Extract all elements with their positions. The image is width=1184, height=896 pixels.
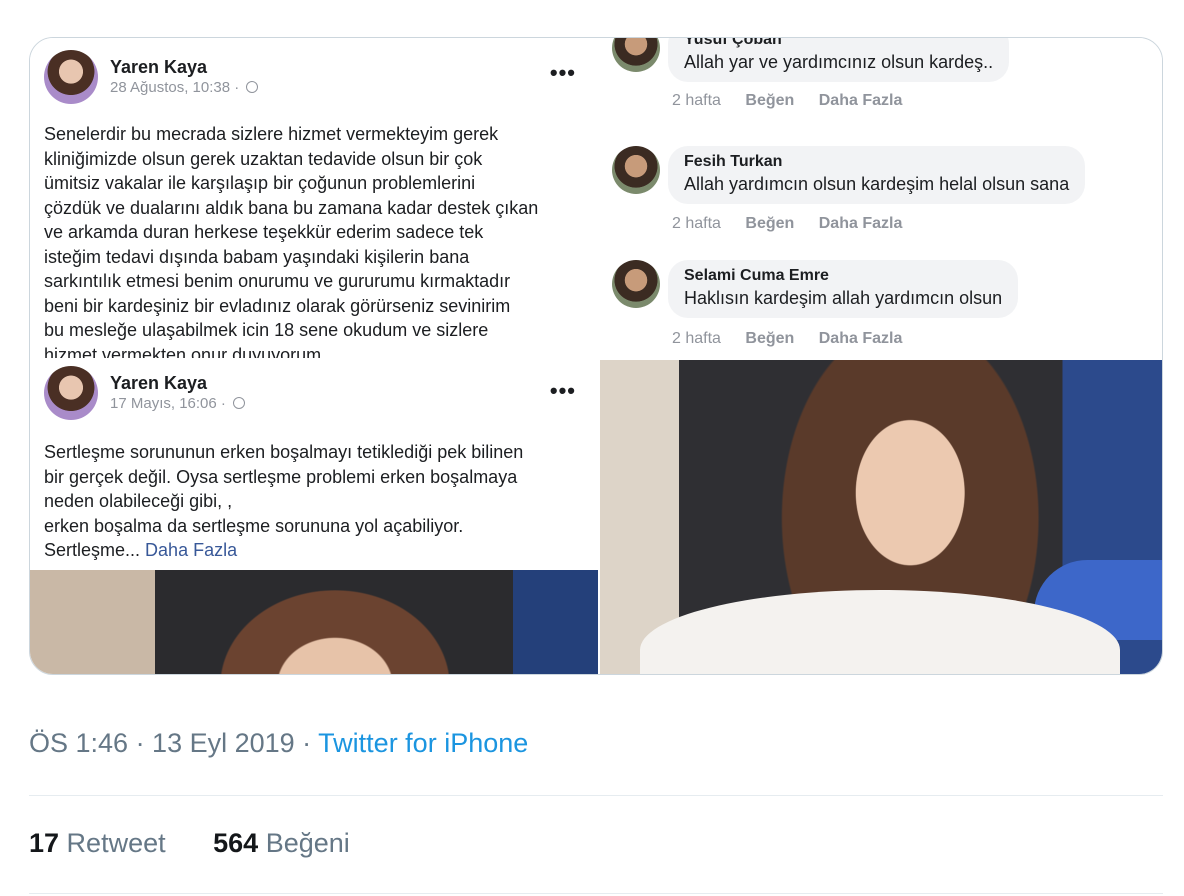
more-link[interactable]: Daha Fazla (819, 92, 903, 109)
comment-bubble: Fesih Turkan Allah yardımcın olsun karde… (668, 146, 1086, 204)
tweet-source-link[interactable]: Twitter for iPhone (318, 728, 528, 758)
more-link[interactable]: Daha Fazla (819, 330, 903, 347)
avatar (612, 38, 660, 72)
tweet-timestamp: ÖS 1:46 · 13 Eyl 2019 · Twitter for iPho… (29, 728, 528, 759)
author-name: Yaren Kaya (110, 373, 208, 393)
divider (29, 893, 1163, 894)
avatar (44, 366, 98, 420)
post-header: Yaren Kaya 28 Ağustos, 10:38 · (44, 50, 259, 104)
avatar (44, 50, 98, 104)
text-line: ve arkamda duran herkese teşekkür ederim… (44, 222, 484, 242)
see-more-link[interactable]: Daha Fazla (145, 540, 237, 560)
post-date: 17 Mayıs, 16:06 · (110, 394, 246, 414)
more-horizontal-icon: ••• (549, 60, 576, 85)
text-line: hizmet vermekten onur duyuyorum (44, 344, 322, 359)
commenter-name: Selami Cuma Emre (684, 267, 829, 284)
text-line: isteğim tedavi dışında babam yaşındaki k… (44, 246, 470, 267)
like-count[interactable]: 564 Beğeni (213, 828, 350, 858)
text-line: erken boşalma da sertleşme sorununa yol … (44, 515, 464, 536)
commenter-name: Yusuf Çoban (684, 38, 782, 48)
tweet-stats: 17 Retweet 564 Beğeni (29, 828, 390, 859)
comment-bubble: Selami Cuma Emre Haklısın kardeşim allah… (668, 260, 1019, 318)
media-image-1[interactable]: Yaren Kaya 28 Ağustos, 10:38 · ••• Senel… (30, 38, 598, 358)
text-line: Sertleşme... Daha Fazla (44, 540, 238, 560)
text-line: Sertleşme sorununun erken boşalmayı teti… (44, 442, 524, 462)
like-link[interactable]: Beğen (745, 215, 794, 232)
media-image-4[interactable] (600, 360, 1162, 674)
globe-icon (246, 81, 259, 93)
comment-actions: 2 hafta Beğen Daha Fazla (672, 330, 922, 348)
post-text: Sertleşme sorununun erken boşalmayı teti… (44, 440, 584, 563)
more-link[interactable]: Daha Fazla (819, 215, 903, 232)
like-link[interactable]: Beğen (745, 92, 794, 109)
text-line: bir gerçek değil. Oysa sertleşme problem… (44, 466, 518, 487)
timestamp-text[interactable]: ÖS 1:46 · 13 Eyl 2019 · (29, 728, 318, 758)
globe-icon (233, 397, 246, 409)
text-line: kliniğimizde olsun gerek uzaktan tedavid… (44, 148, 483, 169)
text-line: Senelerdir bu mecrada sizlere hizmet ver… (44, 124, 499, 144)
tweet-media-grid[interactable]: Yaren Kaya 28 Ağustos, 10:38 · ••• Senel… (29, 37, 1163, 675)
retweet-count[interactable]: 17 Retweet (29, 828, 166, 858)
media-image-2[interactable]: Yusuf Çoban Allah yar ve yardımcınız ols… (600, 38, 1162, 358)
post-header: Yaren Kaya 17 Mayıs, 16:06 · (44, 366, 246, 420)
comment-time: 2 hafta (672, 92, 721, 109)
comment-time: 2 hafta (672, 330, 721, 347)
more-horizontal-icon: ••• (549, 378, 576, 403)
comment-text: Allah yardımcın olsun kardeşim helal ols… (684, 174, 1070, 194)
selfie-photo (600, 360, 1162, 674)
text-line: ümitsiz vakalar ile karşılaşıp bir çoğun… (44, 173, 476, 193)
text-line: bu mesleğe ulaşabilmek icin 18 sene okud… (44, 320, 489, 340)
text-line: çözdük ve dualarını aldık bana bu zamana… (44, 197, 539, 218)
avatar (612, 146, 660, 194)
comment-text: Allah yar ve yardımcınız olsun kardeş.. (684, 52, 994, 72)
text-line: beni bir kardeşiniz bir evladınız olarak… (44, 295, 511, 316)
comment-text: Haklısın kardeşim allah yardımcın olsun (684, 288, 1003, 308)
comment-bubble: Yusuf Çoban Allah yar ve yardımcınız ols… (668, 38, 1010, 82)
post-text: Senelerdir bu mecrada sizlere hizmet ver… (44, 122, 584, 358)
comment-time: 2 hafta (672, 215, 721, 232)
avatar (612, 260, 660, 308)
author-name: Yaren Kaya (110, 57, 208, 77)
post-date: 28 Ağustos, 10:38 · (110, 78, 259, 98)
comment-actions: 2 hafta Beğen Daha Fazla (672, 215, 922, 233)
media-image-3[interactable]: Yaren Kaya 17 Mayıs, 16:06 · ••• Sertleş… (30, 360, 598, 674)
commenter-name: Fesih Turkan (684, 153, 783, 170)
text-line: sarkıntılık etmesi benim onurumu ve guru… (44, 271, 511, 291)
text-line: neden olabileceği gibi, , (44, 491, 233, 511)
comment-actions: 2 hafta Beğen Daha Fazla (672, 92, 922, 110)
divider (29, 795, 1163, 796)
like-link[interactable]: Beğen (745, 330, 794, 347)
